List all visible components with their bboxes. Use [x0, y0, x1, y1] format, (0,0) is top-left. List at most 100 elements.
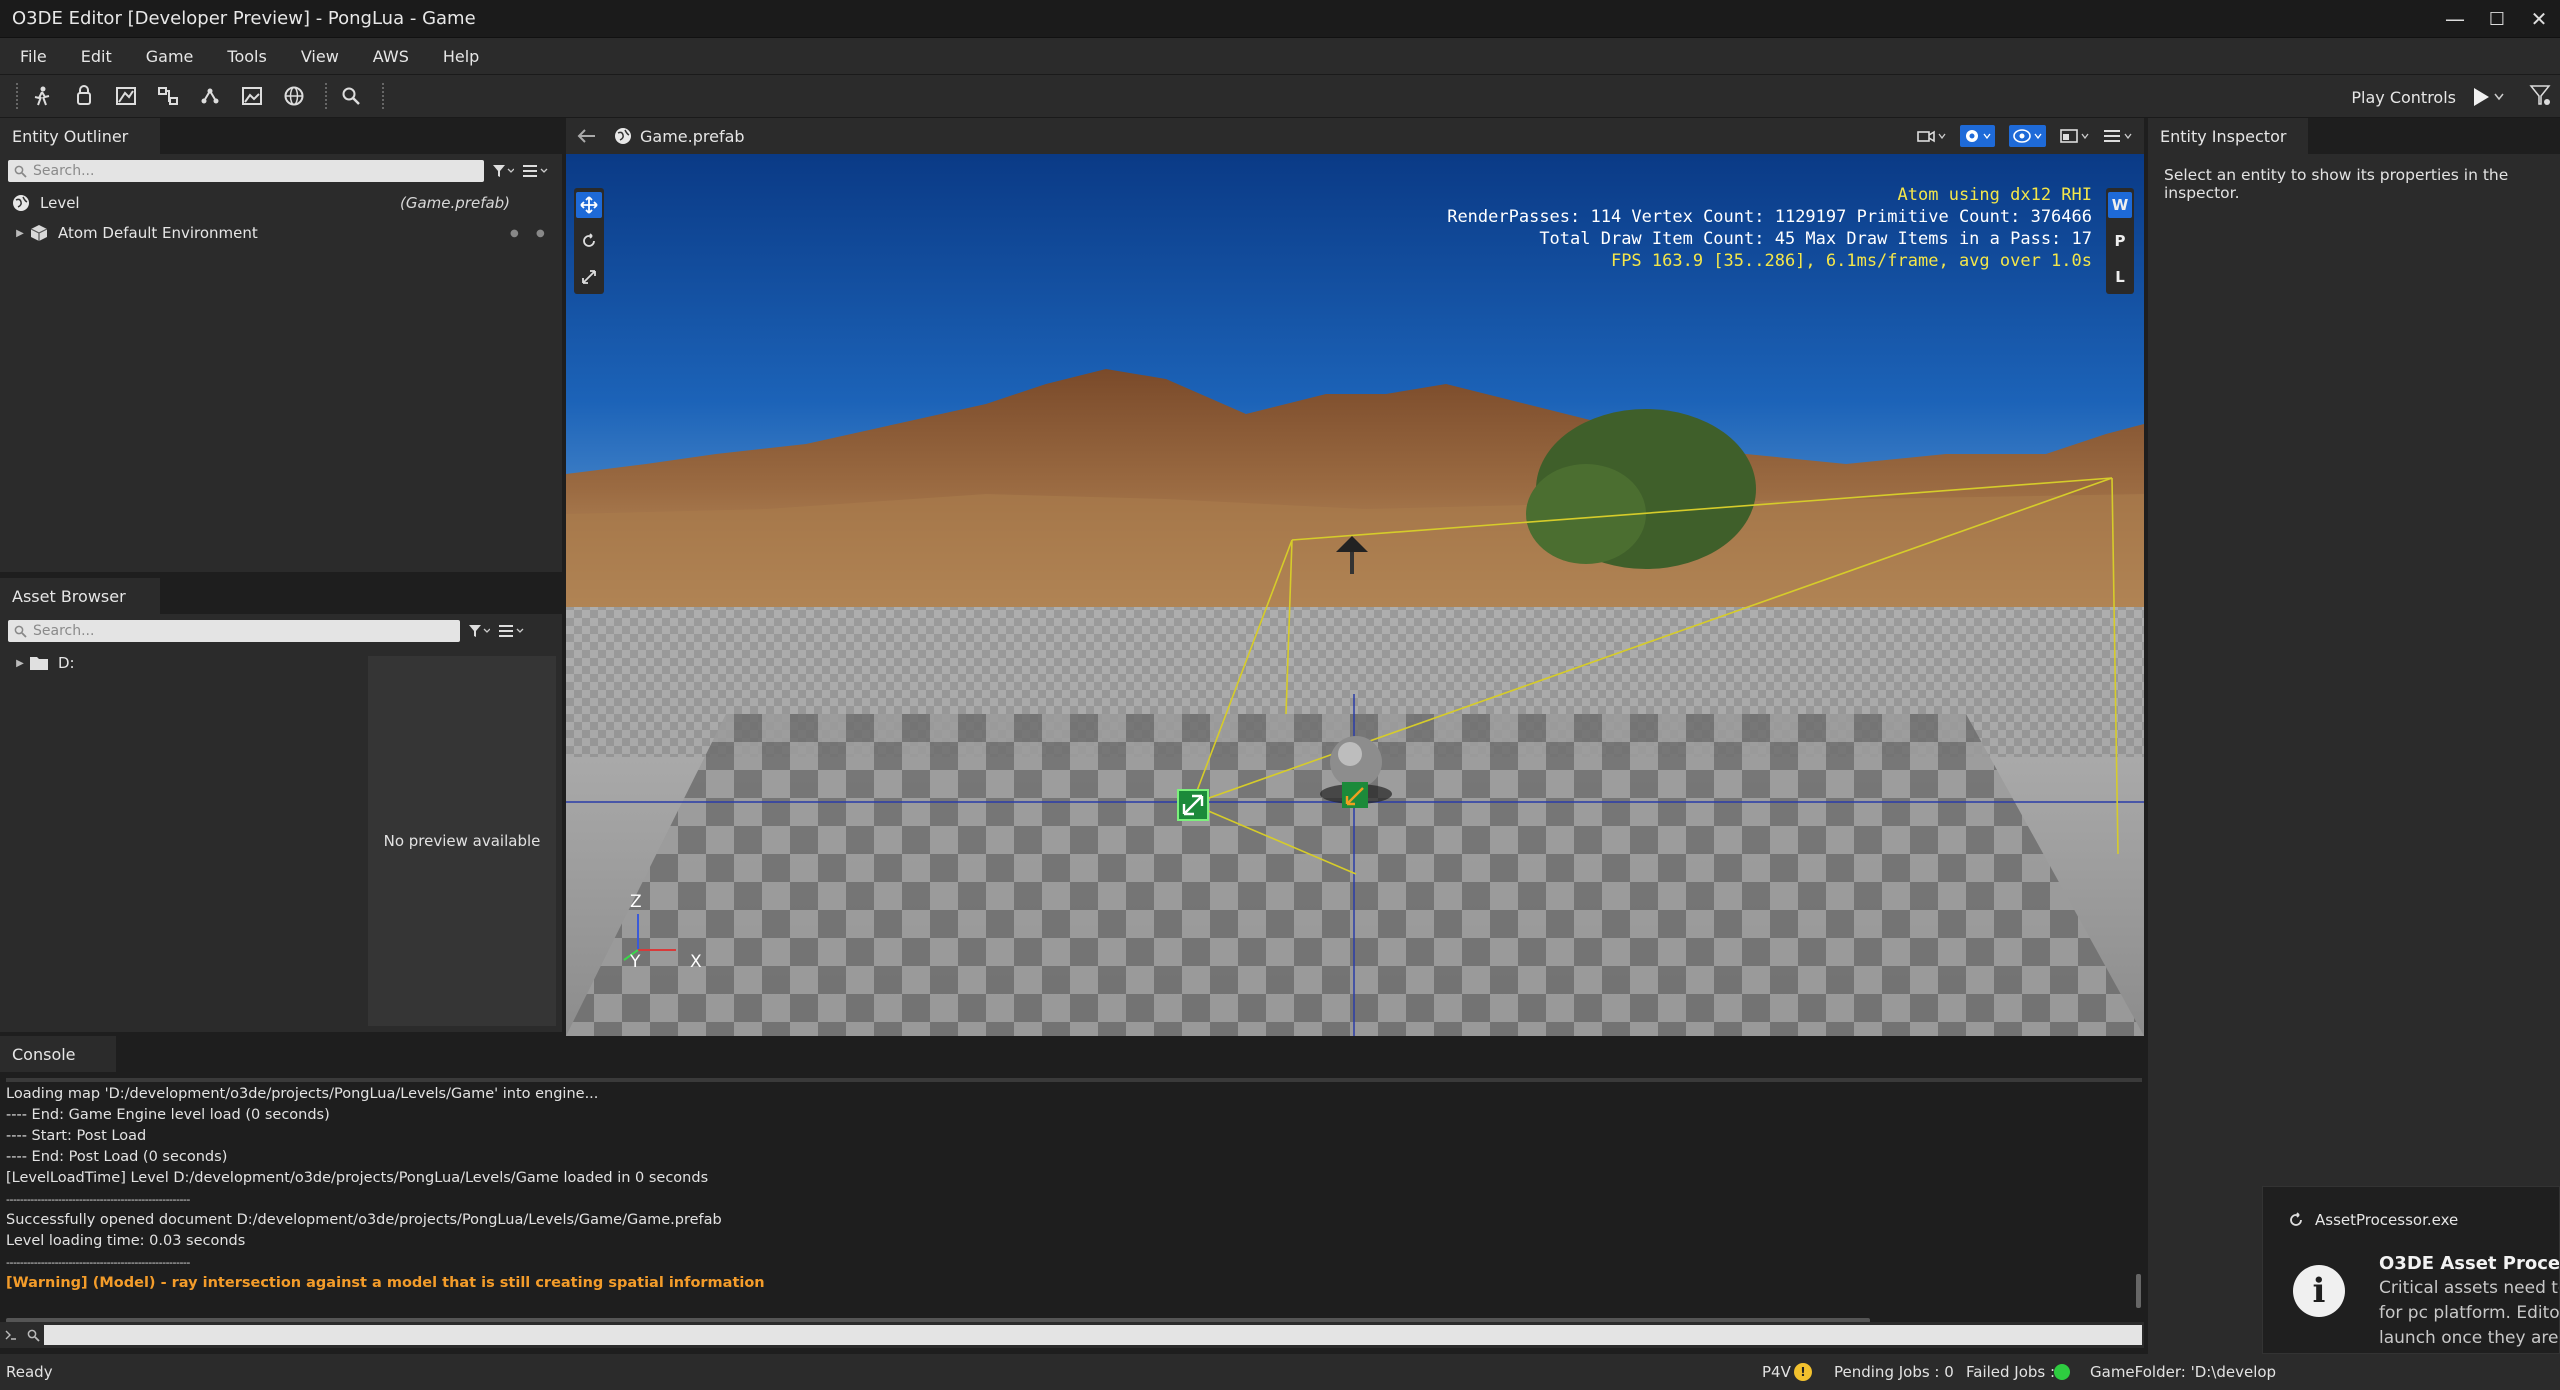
- simulate-icon[interactable]: [2528, 83, 2552, 112]
- outliner-row-level[interactable]: Level (Game.prefab): [0, 188, 562, 218]
- console-line: ---- End: Game Engine level load (0 seco…: [6, 1107, 330, 1123]
- asset-preview-text: No preview available: [383, 832, 541, 850]
- pending-jobs: Pending Jobs : 0: [1834, 1363, 1954, 1381]
- tab-asset-browser[interactable]: Asset Browser: [0, 578, 160, 614]
- tab-console[interactable]: Console: [0, 1036, 116, 1072]
- viewport-options-icon[interactable]: [2103, 129, 2132, 143]
- play-icon[interactable]: [2472, 87, 2504, 107]
- close-button[interactable]: ✕: [2518, 0, 2560, 38]
- asset-tree-item-d[interactable]: ▶ D:: [0, 648, 360, 678]
- fps-text: FPS 163.9 [35..286], 6.1ms/frame, avg ov…: [1610, 251, 2092, 271]
- console-expand-icon[interactable]: [0, 1330, 22, 1340]
- asset-browser-panel: Asset Browser Search... ▶ D: No preview …: [0, 578, 562, 1032]
- status-ready: Ready: [6, 1363, 53, 1381]
- viewport-3d[interactable]: Z Y X Atom using dx12 RHI RenderPasses: …: [566, 154, 2144, 1036]
- visibility-icon[interactable]: ●: [510, 228, 519, 239]
- menu-tools[interactable]: Tools: [215, 47, 278, 66]
- search-icon[interactable]: [334, 79, 368, 113]
- console-command-input[interactable]: [44, 1325, 2142, 1345]
- menu-view[interactable]: View: [289, 47, 351, 66]
- menu-aws[interactable]: AWS: [361, 47, 421, 66]
- terrain-icon[interactable]: [109, 79, 143, 113]
- lock-icon[interactable]: ●: [536, 228, 545, 239]
- asset-browser-tabstrip: Asset Browser: [0, 578, 562, 614]
- transform-toolbar: [574, 188, 604, 294]
- tab-entity-outliner[interactable]: Entity Outliner: [0, 118, 160, 154]
- asset-processor-status-icon: [2054, 1364, 2070, 1380]
- minimize-button[interactable]: —: [2434, 0, 2476, 38]
- asset-search-input[interactable]: Search...: [8, 620, 460, 642]
- filter-icon[interactable]: [492, 164, 514, 178]
- filter-icon[interactable]: [468, 624, 490, 638]
- play-controls: Play Controls: [2351, 75, 2552, 119]
- toolbar-grip: [16, 83, 19, 109]
- status-bar: Ready P4V ! Pending Jobs : 0 Failed Jobs…: [0, 1354, 2560, 1390]
- viewport-breadcrumb[interactable]: Game.prefab: [640, 127, 745, 146]
- outliner-row-atom-default-environment[interactable]: ▶ Atom Default Environment ● ●: [0, 218, 562, 248]
- window-controls: — ☐ ✕: [2434, 0, 2560, 38]
- menu-file[interactable]: File: [8, 47, 59, 66]
- viewport-scene: [566, 154, 2144, 1036]
- local-space-button[interactable]: L: [2108, 264, 2132, 290]
- expand-arrow-icon[interactable]: ▶: [12, 228, 28, 239]
- camera-icon[interactable]: [1917, 129, 1946, 143]
- asset-preview-pane: No preview available: [368, 656, 556, 1026]
- menu-game[interactable]: Game: [134, 47, 206, 66]
- console-line: Loading map 'D:/development/o3de/project…: [6, 1086, 599, 1102]
- window-title: O3DE Editor [Developer Preview] - PongLu…: [12, 8, 476, 29]
- image-editor-icon[interactable]: [235, 79, 269, 113]
- console-scrollbar-vertical[interactable]: [2136, 1274, 2141, 1308]
- console-line: Successfully opened document D:/developm…: [6, 1212, 722, 1228]
- title-bar: O3DE Editor [Developer Preview] - PongLu…: [0, 0, 2560, 38]
- menu-help[interactable]: Help: [431, 47, 491, 66]
- render-passes-text: RenderPasses: 114 Vertex Count: 1129197 …: [1447, 207, 2092, 227]
- search-icon: [14, 625, 27, 638]
- debug-display-icon[interactable]: [2009, 125, 2046, 147]
- toast-line: Critical assets need to: [2379, 1278, 2560, 1298]
- console-input-row: [0, 1322, 2144, 1348]
- game-folder-path: GameFolder: 'D:\develop: [2090, 1363, 2277, 1381]
- console-line: ---- End: Post Load (0 seconds): [6, 1149, 228, 1165]
- menu-edit[interactable]: Edit: [69, 47, 124, 66]
- p4v-status[interactable]: P4V: [1762, 1363, 1791, 1381]
- search-icon: [14, 165, 27, 178]
- toast-app-name: AssetProcessor.exe: [2315, 1211, 2459, 1229]
- character-icon[interactable]: [25, 79, 59, 113]
- world-space-button[interactable]: W: [2108, 192, 2132, 218]
- main-toolbar: Play Controls: [0, 74, 2560, 118]
- move-icon[interactable]: [576, 192, 602, 218]
- graph-icon[interactable]: [193, 79, 227, 113]
- viewport-header: Game.prefab: [566, 118, 2144, 154]
- globe-icon[interactable]: [277, 79, 311, 113]
- render-stats-overlay: Atom using dx12 RHI RenderPasses: 114 Ve…: [1447, 184, 2092, 272]
- info-icon: i: [2293, 1265, 2345, 1317]
- toast-body: O3DE Asset Processor Critical assets nee…: [2379, 1253, 2560, 1351]
- tab-entity-inspector[interactable]: Entity Inspector: [2148, 118, 2308, 154]
- outliner-search-input[interactable]: Search...: [8, 160, 484, 182]
- globe-icon: [10, 194, 32, 212]
- console-top-rule: [6, 1078, 2142, 1082]
- console-panel: Console Loading map 'D:/development/o3de…: [0, 1036, 2144, 1354]
- scale-icon[interactable]: [576, 264, 602, 290]
- coordinate-space-toolbar: W P L: [2106, 188, 2134, 294]
- expand-arrow-icon[interactable]: ▶: [12, 658, 28, 669]
- play-controls-label: Play Controls: [2351, 87, 2456, 107]
- parent-space-button[interactable]: P: [2108, 228, 2132, 254]
- options-menu-icon[interactable]: [498, 624, 524, 638]
- outliner-atom-env-label: Atom Default Environment: [58, 224, 258, 242]
- toolbar-separator-2: [382, 83, 385, 109]
- maximize-button[interactable]: ☐: [2476, 0, 2518, 38]
- console-line: [LevelLoadTime] Level D:/development/o3d…: [6, 1170, 709, 1186]
- rhi-text: Atom using dx12 RHI: [1897, 185, 2092, 205]
- helpers-icon[interactable]: [1960, 125, 1995, 147]
- inspector-tabstrip: Entity Inspector: [2148, 118, 2560, 154]
- back-arrow-icon[interactable]: [576, 128, 602, 144]
- physics-icon[interactable]: [67, 79, 101, 113]
- script-canvas-icon[interactable]: [151, 79, 185, 113]
- entity-outliner-tabstrip: Entity Outliner: [0, 118, 562, 154]
- search-icon: [22, 1329, 44, 1342]
- asset-processor-toast[interactable]: AssetProcessor.exe i O3DE Asset Processo…: [2262, 1186, 2560, 1354]
- rotate-icon[interactable]: [576, 228, 602, 254]
- options-menu-icon[interactable]: [522, 164, 548, 178]
- viewport-layout-icon[interactable]: [2060, 129, 2089, 143]
